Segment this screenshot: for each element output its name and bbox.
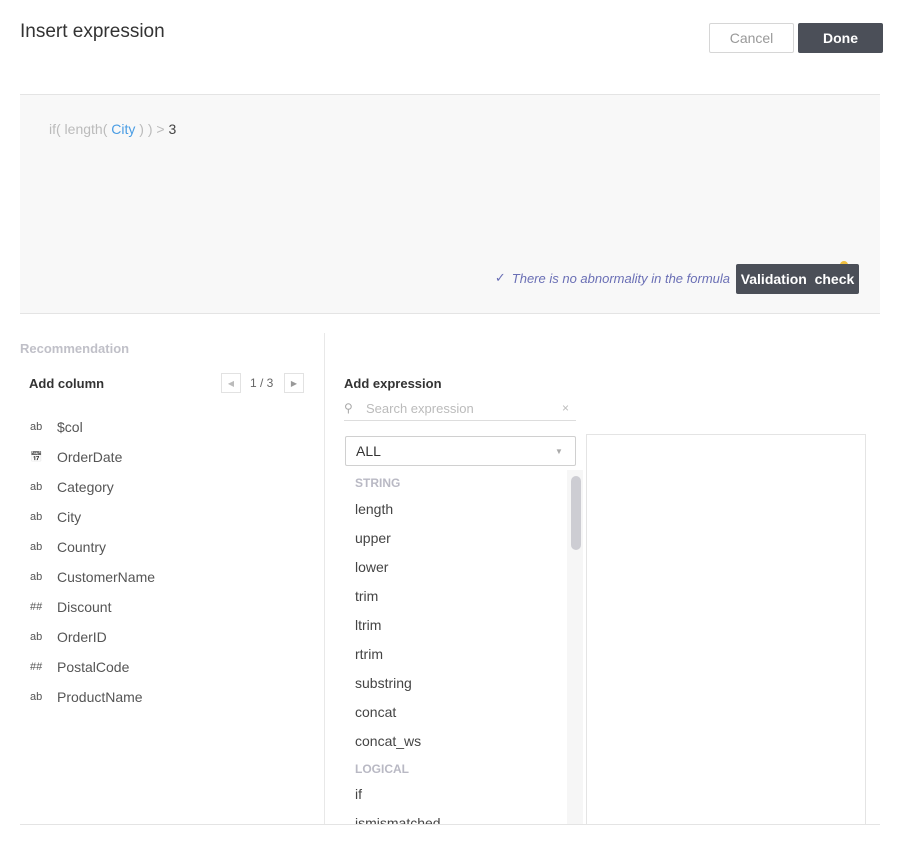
clear-icon[interactable]: × — [562, 401, 576, 415]
formula-editor[interactable]: if( length( City ) ) > 3 ✓ There is no ab… — [20, 94, 880, 314]
string-type-icon: ab — [30, 421, 43, 433]
column-name: City — [57, 509, 82, 525]
validation-status: ✓ There is no abnormality in the formula — [495, 270, 730, 286]
expression-item[interactable]: lower — [355, 559, 388, 575]
column-name: OrderID — [57, 629, 107, 645]
number-type-icon: ## — [30, 661, 43, 673]
validation-message: There is no abnormality in the formula — [511, 270, 730, 286]
calendar-icon: 📅 — [30, 451, 43, 463]
category-header: LOGICAL — [355, 762, 409, 776]
column-name: Country — [57, 539, 107, 555]
search-placeholder: Search expression — [366, 400, 474, 416]
string-type-icon: ab — [30, 541, 43, 553]
category-select[interactable]: ALL ▼ — [345, 436, 576, 466]
number-type-icon: ## — [30, 601, 43, 613]
add-expression-heading: Add expression — [344, 376, 442, 391]
column-name: OrderDate — [57, 449, 123, 465]
column-item[interactable]: ab CustomerName — [30, 569, 155, 585]
expression-list: STRING length upper lower trim ltrim rtrim subs… — [345, 470, 583, 824]
panel-divider — [324, 333, 325, 824]
column-name: Discount — [57, 599, 112, 615]
expression-item[interactable]: trim — [355, 588, 378, 604]
expression-item[interactable]: ismismatched — [355, 815, 441, 824]
expression-item[interactable]: concat — [355, 704, 396, 720]
bottom-divider — [20, 824, 880, 825]
string-type-icon: ab — [30, 631, 43, 643]
column-item[interactable]: ab ProductName — [30, 689, 143, 705]
formula-operator: ) ) > — [135, 121, 169, 137]
column-name: Category — [57, 479, 114, 495]
done-button[interactable]: Done — [798, 23, 883, 53]
column-item[interactable]: ab OrderID — [30, 629, 107, 645]
column-name: PostalCode — [57, 659, 130, 675]
string-type-icon: ab — [30, 511, 43, 523]
page-indicator: 1 / 3 — [250, 376, 274, 390]
string-type-icon: ab — [30, 691, 43, 703]
string-type-icon: ab — [30, 571, 43, 583]
expression-item[interactable]: upper — [355, 530, 391, 546]
category-header: STRING — [355, 476, 401, 490]
search-expression-input[interactable]: ⚲ Search expression × — [344, 396, 576, 421]
column-item[interactable]: ab $col — [30, 419, 83, 435]
next-page-button[interactable]: ▶ — [284, 373, 304, 393]
string-type-icon: ab — [30, 481, 43, 493]
formula-function: if( length( — [49, 121, 112, 137]
validation-check-button[interactable]: Validation check — [736, 264, 859, 294]
column-name: ProductName — [57, 689, 143, 705]
expression-item[interactable]: concat_ws — [355, 733, 421, 749]
cancel-button[interactable]: Cancel — [709, 23, 794, 53]
prev-page-button[interactable]: ◀ — [221, 373, 241, 393]
column-item[interactable]: ## PostalCode — [30, 659, 129, 675]
expression-item[interactable]: rtrim — [355, 646, 383, 662]
recommendation-label: Recommendation — [20, 341, 130, 356]
add-column-heading: Add column — [29, 376, 105, 391]
column-name: CustomerName — [57, 569, 156, 585]
expression-item[interactable]: if — [355, 786, 362, 802]
search-icon: ⚲ — [344, 401, 353, 415]
expression-item[interactable]: length — [355, 501, 393, 517]
expression-detail-panel — [586, 434, 866, 824]
dialog-title: Insert expression — [20, 21, 165, 42]
expression-item[interactable]: ltrim — [355, 617, 381, 633]
column-item[interactable]: ## Discount — [30, 599, 111, 615]
column-item[interactable]: 📅 OrderDate — [30, 449, 122, 465]
expression-item[interactable]: substring — [355, 675, 412, 691]
column-item[interactable]: ab Category — [30, 479, 114, 495]
formula-column: City — [111, 121, 136, 137]
formula-text[interactable]: if( length( City ) ) > 3 — [49, 121, 176, 137]
scrollbar-thumb[interactable] — [571, 476, 581, 550]
check-icon: ✓ — [494, 270, 506, 285]
column-item[interactable]: ab City — [30, 509, 81, 525]
category-selected-value: ALL — [356, 443, 381, 459]
chevron-down-icon: ▼ — [555, 446, 563, 456]
column-name: $col — [57, 419, 83, 435]
column-item[interactable]: ab Country — [30, 539, 106, 555]
formula-value: 3 — [168, 121, 177, 137]
